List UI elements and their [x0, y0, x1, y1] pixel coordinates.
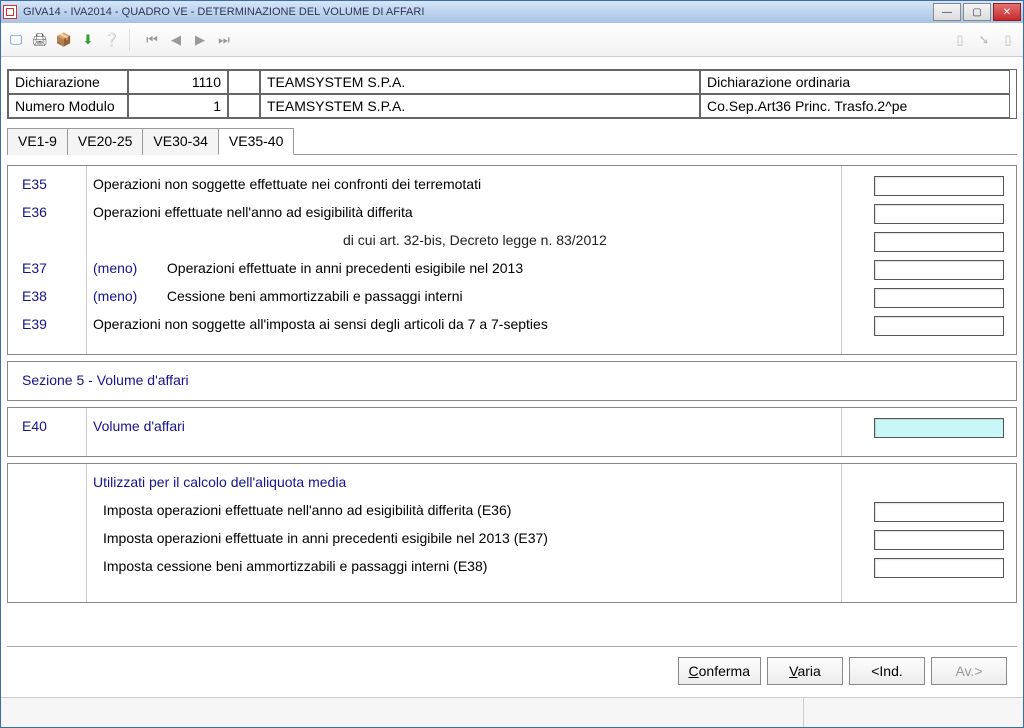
aliquota-l1: Imposta operazioni effettuate nell'anno …	[93, 502, 835, 520]
text-column: Operazioni non soggette effettuate nei c…	[86, 166, 841, 354]
value-tipo-dichiarazione: Dichiarazione ordinaria	[700, 70, 1010, 94]
val-col-e40	[841, 408, 1016, 456]
input-e36[interactable]	[874, 204, 1004, 224]
input-e37[interactable]	[874, 260, 1004, 280]
text-e37: Operazioni effettuate in anni precedenti…	[167, 260, 523, 276]
value-co-sep: Co.Sep.Art36 Princ. Trasfo.2^pe	[700, 94, 1010, 118]
prev-icon[interactable]: ◀	[165, 29, 187, 51]
row-e37: (meno) Operazioni effettuate in anni pre…	[93, 260, 835, 278]
app-window: GIVA14 - IVA2014 - QUADRO VE - DETERMINA…	[0, 0, 1024, 728]
value-dichiarazione[interactable]: 1110	[128, 70, 228, 94]
footer-buttons: Conferma Varia <Ind. Av.>	[7, 646, 1017, 691]
varia-rest: aria	[797, 663, 820, 679]
aliquota-title: Utilizzati per il calcolo dell'aliquota …	[93, 474, 835, 492]
input-aliquota-e38[interactable]	[874, 558, 1004, 578]
code-e37: E37	[22, 260, 74, 278]
text-e38: Cessione beni ammortizzabili e passaggi …	[167, 288, 463, 304]
close-button[interactable]: ✕	[993, 3, 1021, 21]
varia-button[interactable]: Varia	[767, 657, 843, 685]
toolbar-separator	[129, 29, 135, 51]
export-icon[interactable]: ⬇	[77, 29, 99, 51]
input-e39[interactable]	[874, 316, 1004, 336]
label-numero-modulo: Numero Modulo	[8, 94, 128, 118]
meno-e37: (meno)	[93, 260, 163, 276]
value-company2: TEAMSYSTEM S.P.A.	[260, 94, 700, 118]
aliquota-l3: Imposta cessione beni ammortizzabili e p…	[93, 558, 835, 576]
minimize-button[interactable]: —	[933, 3, 961, 21]
row-e36-sub: di cui art. 32-bis, Decreto legge n. 83/…	[93, 232, 835, 250]
row-e38: (meno) Cessione beni ammortizzabili e pa…	[93, 288, 835, 306]
ind-button[interactable]: <Ind.	[849, 657, 925, 685]
panel-e40: E40 Volume d'affari	[7, 407, 1017, 457]
status-right-segment	[803, 698, 1023, 727]
aliquota-l2: Imposta operazioni effettuate in anni pr…	[93, 530, 835, 548]
code-e38: E38	[22, 288, 74, 306]
header-grid: Dichiarazione 1110 TEAMSYSTEM S.P.A. Dic…	[7, 69, 1017, 119]
code-e35: E35	[22, 176, 74, 194]
first-icon[interactable]: ⏮	[141, 29, 163, 51]
val-col-aliquota	[841, 464, 1016, 602]
tab-ve1-9[interactable]: VE1-9	[7, 128, 68, 155]
value-company1: TEAMSYSTEM S.P.A.	[260, 70, 700, 94]
tab-ve20-25[interactable]: VE20-25	[67, 128, 143, 155]
text-col-aliquota: Utilizzati per il calcolo dell'aliquota …	[86, 464, 841, 602]
code-e36: E36	[22, 204, 74, 222]
tabs: VE1-9 VE20-25 VE30-34 VE35-40	[7, 127, 1017, 155]
value-column	[841, 166, 1016, 354]
panel-aliquota: Utilizzati per il calcolo dell'aliquota …	[7, 463, 1017, 603]
window-controls: — ▢ ✕	[931, 3, 1021, 21]
code-spacer	[22, 232, 74, 250]
input-e38[interactable]	[874, 288, 1004, 308]
window-title: GIVA14 - IVA2014 - QUADRO VE - DETERMINA…	[23, 6, 931, 18]
stack-icon[interactable]: ▯	[997, 29, 1019, 51]
code-col-e40: E40	[8, 408, 86, 456]
code-column: E35 E36 E37 E38 E39	[8, 166, 86, 354]
code-e39: E39	[22, 316, 74, 334]
panel-e35-e39: E35 E36 E37 E38 E39 Operazioni non sogge…	[7, 165, 1017, 355]
help-icon[interactable]: ❔	[101, 29, 123, 51]
package-icon[interactable]: 📦	[53, 29, 75, 51]
print-icon[interactable]: 🖨	[29, 29, 51, 51]
value-numero-modulo[interactable]: 1	[128, 94, 228, 118]
meno-e38: (meno)	[93, 288, 163, 304]
row-e35: Operazioni non soggette effettuate nei c…	[93, 176, 835, 194]
header-gap2	[228, 94, 260, 118]
tab-ve35-40[interactable]: VE35-40	[218, 128, 294, 155]
conferma-rest: onferma	[699, 663, 750, 679]
row-e39: Operazioni non soggette all'imposta ai s…	[93, 316, 835, 334]
content-area: Dichiarazione 1110 TEAMSYSTEM S.P.A. Dic…	[1, 57, 1023, 697]
panel-sezione5: Sezione 5 - Volume d'affari	[7, 361, 1017, 401]
input-aliquota-e37[interactable]	[874, 530, 1004, 550]
screen-icon[interactable]: 🖵	[5, 29, 27, 51]
toolbar: 🖵 🖨 📦 ⬇ ❔ ⏮ ◀ ▶ ⏭ ▯ ➘ ▯	[1, 23, 1023, 57]
text-col-e40: Volume d'affari	[86, 408, 841, 456]
input-e40[interactable]	[874, 418, 1004, 438]
statusbar	[1, 697, 1023, 727]
row-e36: Operazioni effettuate nell'anno ad esigi…	[93, 204, 835, 222]
panel-stack: E35 E36 E37 E38 E39 Operazioni non sogge…	[7, 155, 1017, 632]
label-dichiarazione: Dichiarazione	[8, 70, 128, 94]
input-e36-sub[interactable]	[874, 232, 1004, 252]
code-e40: E40	[22, 418, 74, 436]
code-col-aliquota	[8, 464, 86, 602]
input-aliquota-e36[interactable]	[874, 502, 1004, 522]
titlebar: GIVA14 - IVA2014 - QUADRO VE - DETERMINA…	[1, 1, 1023, 23]
doc-icon[interactable]: ▯	[949, 29, 971, 51]
last-icon[interactable]: ⏭	[213, 29, 235, 51]
app-icon	[3, 5, 17, 19]
av-button: Av.>	[931, 657, 1007, 685]
conferma-button[interactable]: Conferma	[678, 657, 761, 685]
input-e35[interactable]	[874, 176, 1004, 196]
label-e40: Volume d'affari	[93, 418, 835, 436]
header-gap1	[228, 70, 260, 94]
tab-ve30-34[interactable]: VE30-34	[142, 128, 218, 155]
sezione5-title: Sezione 5 - Volume d'affari	[8, 362, 203, 400]
enter-icon[interactable]: ➘	[973, 29, 995, 51]
maximize-button[interactable]: ▢	[963, 3, 991, 21]
next-icon[interactable]: ▶	[189, 29, 211, 51]
